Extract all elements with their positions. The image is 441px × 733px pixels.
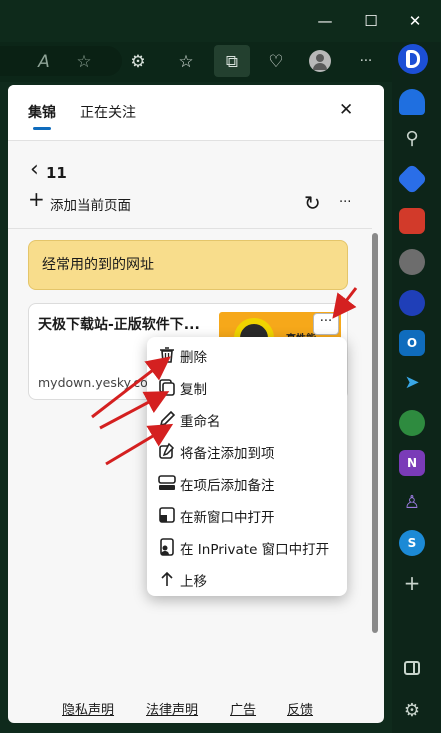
annotation-arrows xyxy=(91,287,358,466)
annotation-arrow-delete xyxy=(91,356,171,419)
annotation-arrow-rename xyxy=(105,423,174,466)
annotation-arrow-copy xyxy=(99,391,170,430)
annotation-arrow-more-button xyxy=(332,287,358,319)
